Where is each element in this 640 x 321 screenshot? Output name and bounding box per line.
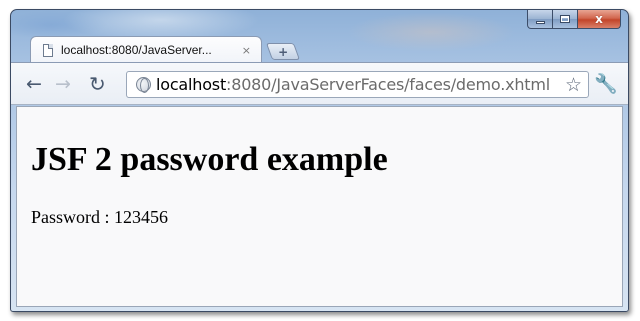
password-separator: : xyxy=(100,207,115,227)
close-window-button[interactable]: x xyxy=(578,10,621,29)
minimize-icon xyxy=(535,20,545,24)
password-label: Password xyxy=(31,207,101,227)
url-path: :8080/JavaServerFaces/faces/demo.xhtml xyxy=(226,75,551,94)
address-bar[interactable]: localhost:8080/JavaServerFaces/faces/dem… xyxy=(126,71,589,98)
password-line: Password : 123456 xyxy=(31,207,168,228)
maximize-icon xyxy=(560,15,570,23)
browser-tab[interactable]: localhost:8080/JavaServer... × xyxy=(30,36,262,63)
page-title: JSF 2 password example xyxy=(31,141,388,178)
tab-title: localhost:8080/JavaServer... xyxy=(61,43,212,57)
back-icon[interactable]: ← xyxy=(26,72,42,96)
close-icon[interactable]: × xyxy=(242,44,251,57)
new-tab-button[interactable]: + xyxy=(265,43,301,60)
new-tab-icon: + xyxy=(277,44,289,59)
minimize-button[interactable] xyxy=(527,10,553,29)
globe-icon xyxy=(136,77,151,93)
reload-icon[interactable]: ↻ xyxy=(89,72,106,96)
maximize-button[interactable] xyxy=(553,10,578,29)
page-icon xyxy=(43,43,53,57)
close-window-icon: x xyxy=(595,12,603,26)
password-value: 123456 xyxy=(114,207,169,227)
browser-window: x localhost:8080/JavaServer... × + ← → ↻… xyxy=(10,9,629,312)
page-content: JSF 2 password example Password : 123456 xyxy=(16,106,623,307)
window-controls: x xyxy=(527,10,621,30)
wrench-icon[interactable]: 🔧 xyxy=(594,72,618,95)
url-text[interactable]: localhost:8080/JavaServerFaces/faces/dem… xyxy=(156,75,565,94)
star-icon[interactable]: ☆ xyxy=(565,74,582,96)
forward-icon[interactable]: → xyxy=(55,72,71,96)
url-host: localhost xyxy=(156,75,227,94)
navigation-toolbar: ← → ↻ localhost:8080/JavaServerFaces/fac… xyxy=(11,62,628,105)
